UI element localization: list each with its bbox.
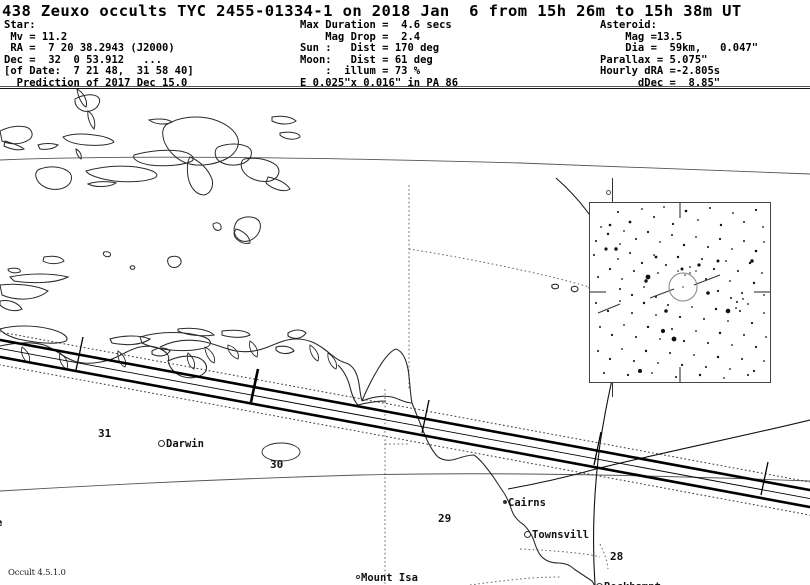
- time-tick-label-29: 29: [438, 512, 452, 525]
- city-label-mount-isa[interactable]: Mount Isa: [356, 572, 418, 584]
- city-label-clipped: e: [0, 517, 2, 529]
- asteroid-info-block: Asteroid: Mag =13.5 Dia = 59km, 0.047" P…: [600, 19, 759, 89]
- city-label-cairns[interactable]: Cairns: [503, 497, 546, 509]
- coastline-detail-group: [21, 340, 337, 370]
- inset-connector-line-top: [612, 178, 613, 202]
- city-label-townsville[interactable]: Townsvill: [524, 529, 589, 541]
- city-marker-icon: [524, 531, 531, 538]
- star-info-block: Star: Mv = 11.2 RA = 7 20 38.2943 (J2000…: [4, 19, 194, 89]
- header-divider-top: [0, 86, 810, 87]
- event-info-block: Max Duration = 4.6 secs Mag Drop = 2.4 S…: [300, 19, 459, 89]
- coastline-islands-group: [0, 89, 301, 352]
- time-tick-label-30: 30: [270, 458, 284, 471]
- city-label-darwin[interactable]: Darwin: [158, 438, 204, 450]
- target-star-point: [682, 286, 684, 288]
- inset-connector-dot: [606, 190, 611, 195]
- world-map-canvas[interactable]: Darwin Cairns Townsvill Mount Isa Rockha…: [0, 89, 810, 585]
- city-marker-icon: [356, 575, 360, 579]
- header-panel: 438 Zeuxo occults TYC 2455-01334-1 on 20…: [0, 0, 810, 89]
- time-tick-label-31: 31: [98, 427, 112, 440]
- star-field-vector: [590, 203, 770, 382]
- city-label-rockhampton[interactable]: Rockhampt: [596, 581, 661, 585]
- occultation-prediction-page: 438 Zeuxo occults TYC 2455-01334-1 on 20…: [0, 0, 810, 585]
- star-field-inset[interactable]: [589, 202, 771, 383]
- time-tick-label-28: 28: [610, 550, 624, 563]
- app-version-label: Occult 4.5.1.0: [8, 568, 66, 578]
- page-title: 438 Zeuxo occults TYC 2455-01334-1 on 20…: [2, 2, 742, 20]
- city-marker-icon: [503, 500, 507, 504]
- inset-connector-line-bottom: [612, 383, 613, 397]
- city-marker-icon: [158, 440, 165, 447]
